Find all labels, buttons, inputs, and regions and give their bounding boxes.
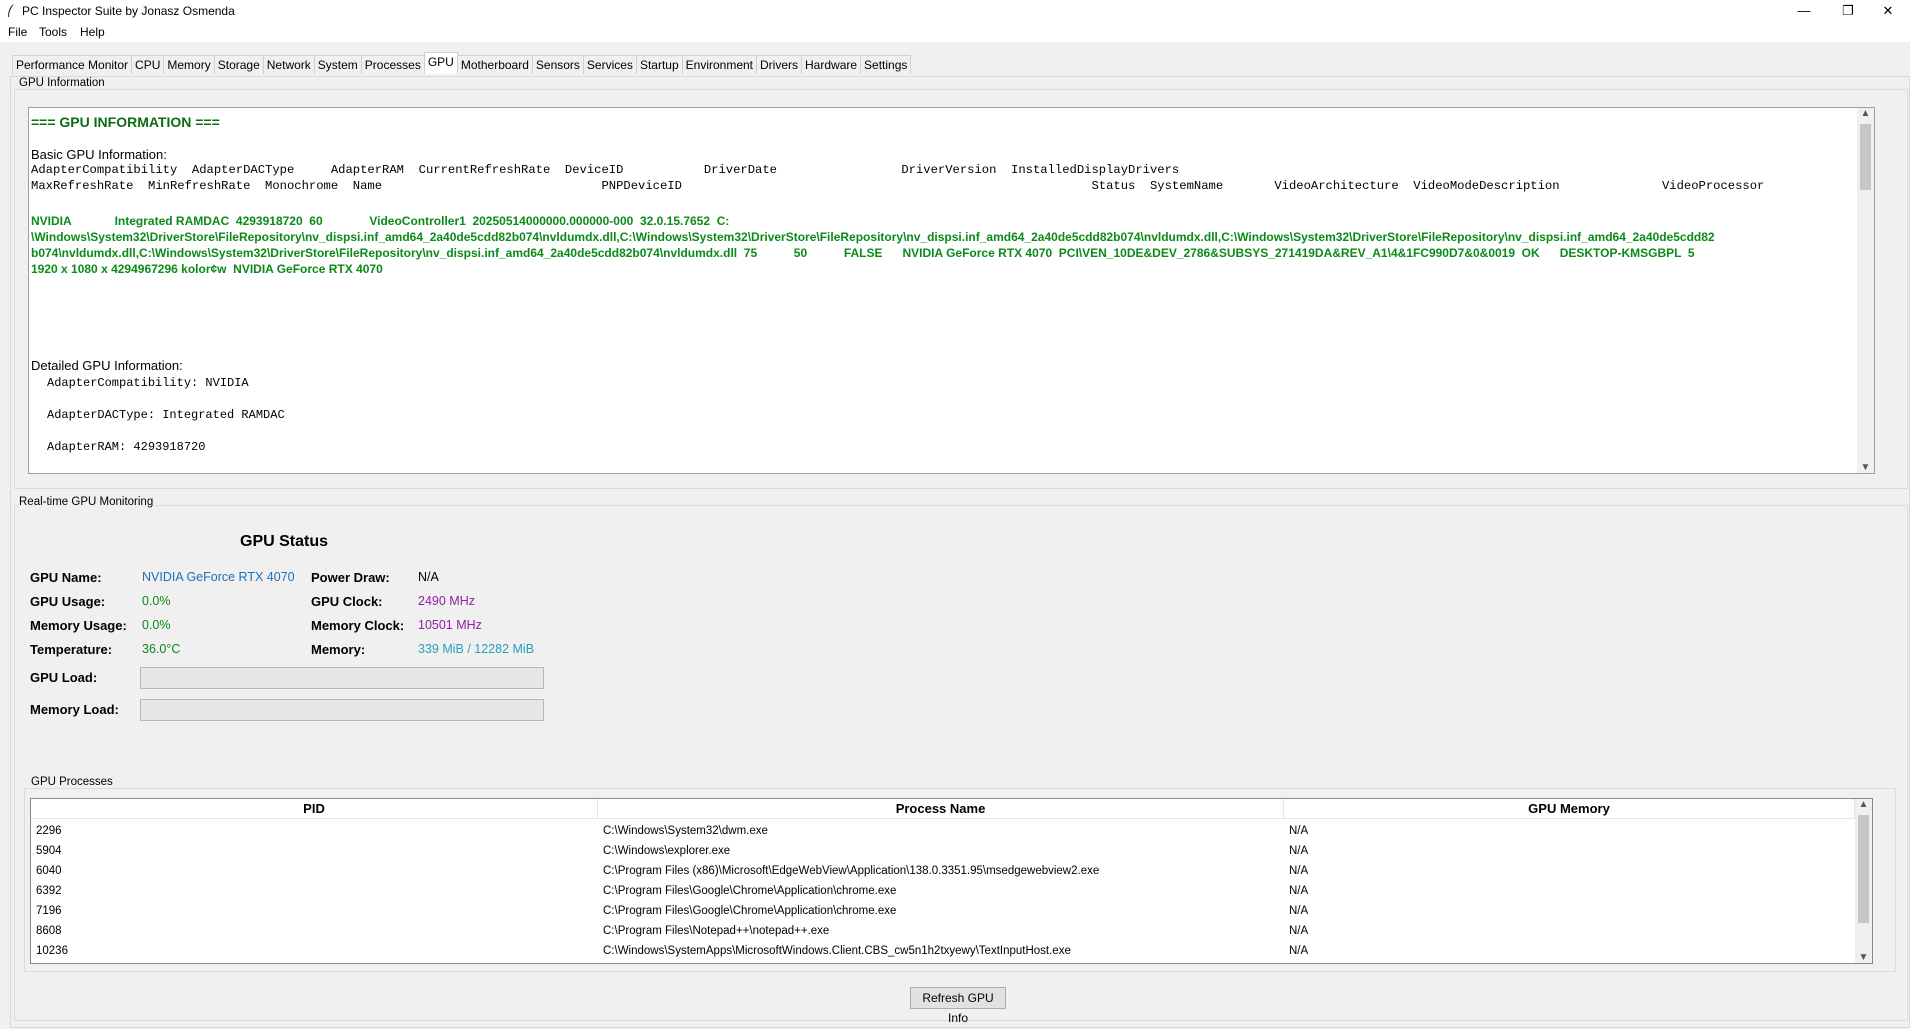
basic-header-line-1: AdapterCompatibility AdapterDACType Adap…: [31, 163, 1180, 177]
memory-usage-value: 0.0%: [142, 618, 171, 632]
refresh-gpu-info-button[interactable]: Refresh GPU Info: [910, 987, 1006, 1025]
process-name-cell: C:\Program Files (x86)\Microsoft\EdgeWeb…: [603, 865, 1100, 877]
tab-gpu[interactable]: GPU: [423, 52, 458, 74]
gpu-memory-cell: N/A: [1289, 845, 1309, 857]
column-header-process-name[interactable]: Process Name: [598, 799, 1284, 819]
gpu-memory-cell: N/A: [1289, 825, 1309, 837]
menu-tools[interactable]: Tools: [39, 25, 67, 39]
window-title: PC Inspector Suite by Jonasz Osmenda: [22, 4, 235, 18]
detail-adapter-compatibility: AdapterCompatibility: NVIDIA: [47, 376, 249, 390]
tab-services[interactable]: Services: [582, 55, 637, 74]
tab-system[interactable]: System: [313, 55, 362, 74]
power-draw-value: N/A: [418, 570, 439, 584]
memory-clock-value: 10501 MHz: [418, 618, 482, 632]
pid-cell: 6040: [36, 865, 62, 877]
tab-environment[interactable]: Environment: [681, 55, 758, 74]
processes-scrollbar[interactable]: ▲ ▼: [1855, 799, 1872, 963]
gpu-info-text[interactable]: === GPU INFORMATION === Basic GPU Inform…: [28, 107, 1875, 474]
gpu-clock-value: 2490 MHz: [418, 594, 475, 608]
tab-performance-monitor[interactable]: Performance Monitor: [12, 55, 133, 74]
menu-help[interactable]: Help: [80, 25, 105, 39]
process-name-cell: C:\Windows\SystemApps\MicrosoftWindows.C…: [603, 945, 1071, 957]
title-bar: PC Inspector Suite by Jonasz Osmenda — ❐…: [0, 0, 1910, 22]
close-button[interactable]: ✕: [1866, 0, 1910, 22]
tab-strip: Performance Monitor CPU Memory Storage N…: [12, 52, 912, 77]
memory-value: 339 MiB / 12282 MiB: [418, 642, 535, 656]
process-name-cell: C:\Program Files\Notepad++\notepad++.exe: [603, 925, 830, 937]
pid-cell: 5904: [36, 845, 62, 857]
power-draw-label: Power Draw:: [311, 570, 390, 585]
pid-cell: 10236: [36, 945, 68, 957]
gpu-information-group-label: GPU Information: [17, 77, 107, 89]
tab-storage[interactable]: Storage: [213, 55, 264, 74]
detailed-info-title: Detailed GPU Information:: [31, 358, 183, 373]
feather-icon: [8, 4, 14, 17]
process-name-cell: C:\Program Files\Google\Chrome\Applicati…: [603, 905, 897, 917]
gpu-load-label: GPU Load:: [30, 670, 98, 685]
tab-startup[interactable]: Startup: [635, 55, 683, 74]
scroll-up-arrow-icon[interactable]: ▲: [1855, 799, 1872, 810]
gpu-processes-table[interactable]: PID Process Name GPU Memory 2296 C:\Wind…: [30, 798, 1873, 964]
scroll-thumb[interactable]: [1860, 124, 1871, 190]
tab-sensors[interactable]: Sensors: [531, 55, 584, 74]
memory-load-label: Memory Load:: [30, 702, 119, 717]
gpu-status-title: GPU Status: [240, 533, 329, 550]
tab-cpu[interactable]: CPU: [131, 55, 165, 74]
gpu-name-label: GPU Name:: [30, 570, 102, 585]
gpu-info-scrollbar[interactable]: ▲ ▼: [1857, 108, 1874, 473]
column-header-gpu-memory[interactable]: GPU Memory: [1284, 799, 1855, 819]
gpu-usage-label: GPU Usage:: [30, 594, 106, 609]
pid-cell: 6392: [36, 885, 62, 897]
gpu-memory-cell: N/A: [1289, 945, 1309, 957]
tab-settings[interactable]: Settings: [860, 55, 912, 74]
memory-clock-label: Memory Clock:: [311, 618, 405, 633]
menu-bar: File Tools Help: [0, 22, 1910, 42]
menu-file[interactable]: File: [8, 25, 27, 39]
scroll-thumb[interactable]: [1858, 815, 1869, 923]
tab-hardware[interactable]: Hardware: [801, 55, 862, 74]
gpu-memory-cell: N/A: [1289, 905, 1309, 917]
process-name-cell: C:\Windows\System32\dwm.exe: [603, 825, 768, 837]
pid-cell: 7196: [36, 905, 62, 917]
gpu-memory-cell: N/A: [1289, 865, 1309, 877]
tab-processes[interactable]: Processes: [360, 55, 425, 74]
detail-adapter-ram: AdapterRAM: 4293918720: [47, 440, 206, 454]
scroll-up-arrow-icon[interactable]: ▲: [1857, 108, 1874, 119]
gpu-clock-label: GPU Clock:: [311, 594, 383, 609]
basic-data-line-3: b074\nvldumdx.dll,C:\Windows\System32\Dr…: [31, 246, 1695, 260]
column-header-pid[interactable]: PID: [31, 799, 598, 819]
gpu-name-value: NVIDIA GeForce RTX 4070: [142, 570, 295, 584]
restore-button[interactable]: ❐: [1826, 0, 1870, 22]
scroll-down-arrow-icon[interactable]: ▼: [1857, 462, 1874, 473]
tab-drivers[interactable]: Drivers: [756, 55, 803, 74]
temperature-label: Temperature:: [30, 642, 113, 657]
gpu-info-heading: === GPU INFORMATION ===: [31, 114, 220, 130]
tab-memory[interactable]: Memory: [163, 55, 215, 74]
basic-data-line-1: NVIDIA Integrated RAMDAC 4293918720 60 V…: [31, 214, 730, 228]
temperature-value: 36.0°C: [142, 642, 181, 656]
basic-header-line-2: MaxRefreshRate MinRefreshRate Monochrome…: [31, 179, 1765, 193]
pid-cell: 8608: [36, 925, 62, 937]
pid-cell: 2296: [36, 825, 62, 837]
minimize-button[interactable]: —: [1782, 0, 1826, 22]
basic-data-line-4: 1920 x 1080 x 4294967296 kolor¢w NVIDIA …: [31, 262, 383, 276]
scroll-down-arrow-icon[interactable]: ▼: [1855, 952, 1872, 963]
tab-motherboard[interactable]: Motherboard: [456, 55, 533, 74]
gpu-memory-cell: N/A: [1289, 925, 1309, 937]
memory-usage-label: Memory Usage:: [30, 618, 127, 633]
memory-load-progress-bar: [140, 699, 544, 721]
detail-adapter-dac-type: AdapterDACType: Integrated RAMDAC: [47, 408, 285, 422]
memory-label: Memory:: [311, 642, 366, 657]
gpu-usage-value: 0.0%: [142, 594, 171, 608]
process-name-cell: C:\Program Files\Google\Chrome\Applicati…: [603, 885, 897, 897]
tab-network[interactable]: Network: [262, 55, 315, 74]
realtime-monitoring-group-label: Real-time GPU Monitoring: [17, 496, 156, 508]
basic-data-line-2: \Windows\System32\DriverStore\FileReposi…: [31, 230, 1715, 244]
gpu-processes-group-label: GPU Processes: [29, 776, 115, 788]
process-name-cell: C:\Windows\explorer.exe: [603, 845, 731, 857]
gpu-memory-cell: N/A: [1289, 885, 1309, 897]
gpu-load-progress-bar: [140, 667, 544, 689]
basic-info-title: Basic GPU Information:: [31, 147, 167, 162]
